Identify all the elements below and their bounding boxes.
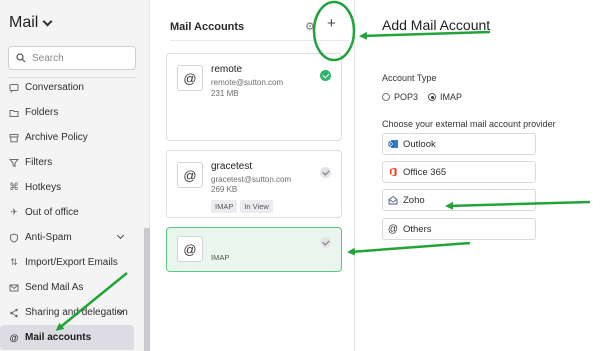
sidebar-item-conversation[interactable]: Conversation [0,75,143,100]
radio-imap-label: IMAP [440,92,463,102]
gear-icon[interactable]: ⚙ [305,20,315,33]
chevron-down-icon[interactable] [116,231,125,240]
account-type-label: Account Type [382,73,437,83]
add-account-panel: Add Mail Account Account Type POP3 IMAP … [356,0,600,351]
sidebar-item-import-export[interactable]: ⇅ Import/Export Emails [0,250,143,275]
account-name: gracetest [211,161,253,172]
account-name: remote [211,64,243,75]
shield-icon [9,232,19,243]
sidebar-item-out-of-office[interactable]: ✈ Out of office [0,200,143,225]
account-email: remote@sutton.com [211,78,284,87]
check-icon [320,70,331,81]
mail-app-switcher[interactable]: Mail [9,14,53,32]
provider-name: Outlook [403,138,436,150]
sidebar-item-anti-spam[interactable]: Anti-Spam [0,225,143,250]
chevron-down-icon [42,16,53,26]
at-sign-icon: @ [177,236,203,262]
account-tags: IMAP In View [211,196,276,214]
command-key-icon: ⌘ [9,182,19,193]
at-sign-icon: @ [177,162,203,188]
view-badge: In View [240,200,273,213]
provider-others[interactable]: @ Others [382,218,536,240]
search-box[interactable] [8,46,136,70]
account-size: 269 KB [211,185,238,194]
sidebar-title: Mail [9,14,39,31]
sidebar-scrollbar[interactable] [144,228,150,351]
settings-sidebar: Mail Conversation Folders Archive Pol [0,0,150,351]
provider-name: Others [403,223,432,235]
pane-title: Mail Accounts [170,21,245,33]
sidebar-item-label: Sharing and delegation [25,307,128,318]
filter-icon [9,158,19,168]
archive-icon [9,133,19,143]
radio-imap[interactable] [428,93,437,101]
provider-office365[interactable]: Office 365 [382,161,536,183]
airplane-icon: ✈ [10,207,18,217]
send-mail-icon [9,283,19,293]
pane-divider [170,40,350,41]
account-type-radios: POP3 IMAP [382,92,462,102]
radio-pop3-label: POP3 [394,92,419,102]
sidebar-item-label: Mail accounts [25,332,92,343]
check-icon [320,167,331,178]
account-card-new[interactable]: @ IMAP [166,227,342,272]
panel-title: Add Mail Account [382,17,491,33]
at-sign-icon: @ [177,65,203,91]
protocol-label: IMAP [211,253,230,262]
radio-pop3[interactable] [382,93,390,101]
provider-label: Choose your external mail account provid… [382,119,556,129]
sidebar-item-label: Folders [25,107,59,118]
search-icon [16,53,26,63]
at-sign-icon: @ [9,332,19,343]
outlook-icon [388,139,398,149]
sidebar-item-archive-policy[interactable]: Archive Policy [0,125,143,150]
sidebar-item-label: Conversation [25,82,84,93]
sidebar-item-sharing-delegation[interactable]: Sharing and delegation [0,300,143,325]
sidebar-item-label: Import/Export Emails [25,257,118,268]
share-icon [9,308,19,318]
sidebar-item-label: Archive Policy [25,132,88,143]
at-sign-icon: @ [387,223,399,235]
sidebar-item-label: Out of office [25,207,79,218]
sidebar-item-mail-accounts[interactable]: @ Mail accounts [0,325,134,350]
add-account-button[interactable]: + [327,15,336,32]
search-input[interactable] [32,52,127,64]
sidebar-item-label: Hotkeys [25,182,62,193]
account-card-gracetest[interactable]: @ gracetest gracetest@sutton.com 269 KB … [166,150,342,218]
envelope-open-icon [388,195,398,205]
sidebar-item-label: Send Mail As [25,282,84,293]
provider-name: Office 365 [403,166,447,178]
account-email: gracetest@sutton.com [211,175,292,184]
account-card-remote[interactable]: @ remote remote@sutton.com 231 MB [166,53,342,141]
conversation-icon [9,83,19,93]
folder-icon [9,108,19,118]
import-export-icon: ⇅ [10,257,18,267]
sidebar-item-folders[interactable]: Folders [0,100,143,125]
sidebar-item-send-mail-as[interactable]: Send Mail As [0,275,143,300]
account-size: 231 MB [211,89,239,98]
sidebar-item-label: Anti-Spam [25,232,72,243]
sidebar-item-hotkeys[interactable]: ⌘ Hotkeys [0,175,143,200]
provider-name: Zoho [403,194,425,206]
mail-accounts-pane: Mail Accounts ⚙ + @ remote remote@sutton… [157,0,355,351]
sidebar-item-filters[interactable]: Filters [0,150,143,175]
provider-outlook[interactable]: Outlook [382,133,536,155]
sidebar-menu: Conversation Folders Archive Policy Filt… [0,77,143,350]
protocol-badge: IMAP [211,200,238,213]
office-icon [388,167,398,177]
check-icon [320,237,331,248]
sidebar-item-label: Filters [25,157,53,168]
provider-zoho[interactable]: Zoho [382,189,536,211]
